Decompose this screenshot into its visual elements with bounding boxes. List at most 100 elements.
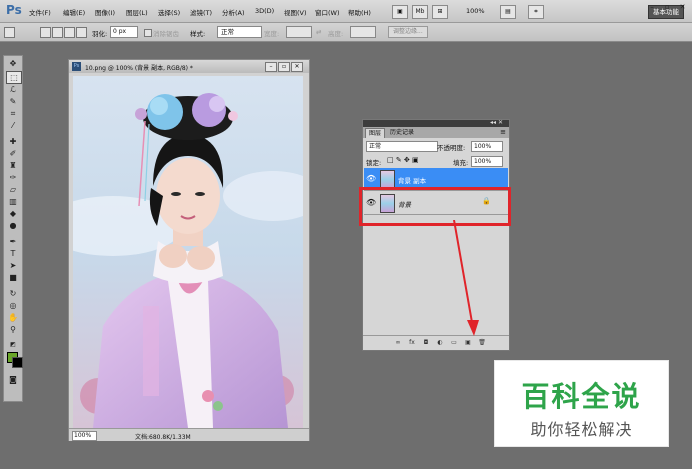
screen-mode-icon[interactable]: ⌗ [528, 5, 544, 19]
close-icon[interactable]: ✕ [677, 3, 688, 12]
document-title-bar[interactable]: Ps 10.png @ 100% (背景 副本, RGB/8) * – ▫ ✕ [69, 60, 309, 73]
height-input[interactable] [350, 26, 376, 38]
type-tool-icon[interactable]: T [6, 248, 20, 259]
default-colors-icon[interactable]: ◩ [6, 339, 20, 350]
quick-mask-icon[interactable]: ◙ [6, 374, 20, 385]
annotation-arrow [453, 220, 479, 336]
doc-zoom-field[interactable]: 100% [72, 431, 97, 441]
move-tool-icon[interactable]: ✥ [6, 58, 20, 69]
add-mask-icon[interactable]: ◘ [421, 339, 431, 347]
width-input[interactable] [286, 26, 312, 38]
maximize-icon[interactable]: ▫ [662, 3, 673, 12]
menu-view[interactable]: 视图(V) [284, 7, 307, 17]
mini-bridge-icon[interactable]: Mb [412, 5, 428, 19]
layer-style-icon[interactable]: fx [407, 339, 417, 347]
clone-stamp-tool-icon[interactable]: ♜ [6, 160, 20, 171]
intersect-selection-icon[interactable] [76, 27, 87, 38]
pen-tool-icon[interactable]: ✒ [6, 236, 20, 247]
menu-layer[interactable]: 图层(L) [126, 7, 148, 17]
menu-filter[interactable]: 滤镜(T) [190, 7, 212, 17]
tab-history[interactable]: 历史记录 [387, 128, 417, 137]
document-status-bar: 100% 文档:680.8K/1.33M [69, 428, 309, 441]
doc-close-icon[interactable]: ✕ [291, 62, 303, 72]
shape-tool-icon[interactable]: ■ [6, 272, 20, 283]
subtract-selection-icon[interactable] [64, 27, 75, 38]
antialias-label: 消除锯齿 [153, 30, 179, 38]
antialias-checkbox[interactable] [144, 29, 152, 37]
fill-label: 填充: [453, 159, 469, 167]
document-window: Ps 10.png @ 100% (背景 副本, RGB/8) * – ▫ ✕ [68, 59, 310, 441]
menu-3d[interactable]: 3D(D) [255, 7, 274, 15]
arrange-documents-icon[interactable]: ▤ [500, 5, 516, 19]
lock-icons[interactable]: □ ✎ ✥ ▣ [387, 156, 419, 164]
dodge-tool-icon[interactable]: ● [6, 220, 20, 231]
adjustment-layer-icon[interactable]: ◐ [435, 339, 445, 347]
hand-tool-icon[interactable]: ✋ [6, 312, 20, 323]
document-title: 10.png @ 100% (背景 副本, RGB/8) * [85, 65, 193, 72]
3d-rotate-tool-icon[interactable]: ↻ [6, 288, 20, 299]
doc-restore-icon[interactable]: ▫ [278, 62, 290, 72]
extras-icon[interactable]: ⊞ [432, 5, 448, 19]
watermark-subtitle: 助你轻松解决 [530, 420, 633, 439]
menu-bar: Ps 文件(F) 编辑(E) 图像(I) 图层(L) 选择(S) 滤镜(T) 分… [0, 0, 692, 23]
menu-analysis[interactable]: 分析(A) [222, 7, 245, 17]
canvas-photo[interactable] [73, 76, 303, 428]
layer-name: 背景 副本 [398, 177, 427, 185]
minimize-icon[interactable]: – [647, 3, 658, 12]
brush-tool-icon[interactable]: ✐ [6, 148, 20, 159]
panel-header[interactable]: ◂◂ ✕ [363, 119, 509, 127]
history-brush-tool-icon[interactable]: ✑ [6, 172, 20, 183]
zoom-tool-icon[interactable]: ⚲ [6, 324, 20, 335]
menu-window[interactable]: 窗口(W) [315, 7, 340, 17]
lasso-tool-icon[interactable]: ℒ [6, 84, 20, 95]
options-bar: 羽化: 0 px 消除锯齿 样式: 正常 宽度: ⇄ 高度: 调整边缘... [0, 23, 692, 42]
panel-tabs: 图层 历史记录 ≡ [363, 127, 509, 138]
menu-select[interactable]: 选择(S) [158, 7, 180, 17]
visibility-eye-icon[interactable]: 👁 [366, 173, 376, 184]
doc-minimize-icon[interactable]: – [265, 62, 277, 72]
marquee-tool-icon[interactable]: ⬚ [6, 71, 22, 84]
bridge-icon[interactable]: ▣ [392, 5, 408, 19]
zoom-level[interactable]: 100% [466, 7, 485, 15]
3d-orbit-tool-icon[interactable]: ◎ [6, 300, 20, 311]
menu-image[interactable]: 图像(I) [95, 7, 115, 17]
eyedropper-tool-icon[interactable]: ⁄ [6, 120, 20, 131]
blur-tool-icon[interactable]: ◆ [6, 208, 20, 219]
menu-help[interactable]: 帮助(H) [348, 7, 371, 17]
watermark: 百科全说 助你轻松解决 [494, 360, 669, 447]
photoshop-logo: Ps [6, 3, 22, 17]
height-label: 高度: [328, 30, 344, 38]
link-layers-icon[interactable]: ∞ [393, 339, 403, 347]
style-select[interactable]: 正常 [217, 26, 262, 38]
ps-document-icon: Ps [72, 62, 81, 71]
fill-field[interactable]: 100% [471, 156, 503, 167]
add-selection-icon[interactable] [52, 27, 63, 38]
feather-input[interactable]: 0 px [110, 26, 138, 38]
background-color-swatch[interactable] [12, 357, 23, 368]
panel-menu-icon[interactable]: ≡ [500, 128, 506, 136]
new-group-icon[interactable]: ▭ [449, 339, 459, 347]
menu-file[interactable]: 文件(F) [29, 7, 51, 17]
menu-edit[interactable]: 编辑(E) [63, 7, 85, 17]
crop-tool-icon[interactable]: ⌗ [6, 108, 20, 119]
blend-mode-select[interactable]: 正常 [366, 141, 438, 152]
opacity-field[interactable]: 100% [471, 141, 503, 152]
doc-info[interactable]: 文档:680.8K/1.33M [135, 432, 191, 441]
collapse-panel-icon[interactable]: ◂◂ ✕ [490, 119, 503, 126]
swap-icon[interactable]: ⇄ [316, 28, 321, 36]
style-label: 样式: [190, 30, 206, 38]
tab-layers[interactable]: 图层 [365, 128, 386, 138]
new-selection-icon[interactable] [40, 27, 51, 38]
healing-brush-tool-icon[interactable]: ✚ [6, 136, 20, 147]
refine-edge-button[interactable]: 调整边缘... [388, 26, 428, 38]
gradient-tool-icon[interactable]: ▥ [6, 196, 20, 207]
new-layer-icon[interactable]: ▣ [463, 339, 473, 347]
opacity-label: 不透明度: [437, 144, 466, 152]
eraser-tool-icon[interactable]: ▱ [6, 184, 20, 195]
delete-layer-icon[interactable]: 🗑 [477, 339, 487, 347]
path-selection-tool-icon[interactable]: ➤ [6, 260, 20, 271]
watermark-title: 百科全说 [521, 380, 642, 413]
marquee-tool-preset-icon[interactable] [4, 27, 15, 38]
quick-select-tool-icon[interactable]: ✎ [6, 96, 20, 107]
feather-label: 羽化: [92, 30, 108, 38]
